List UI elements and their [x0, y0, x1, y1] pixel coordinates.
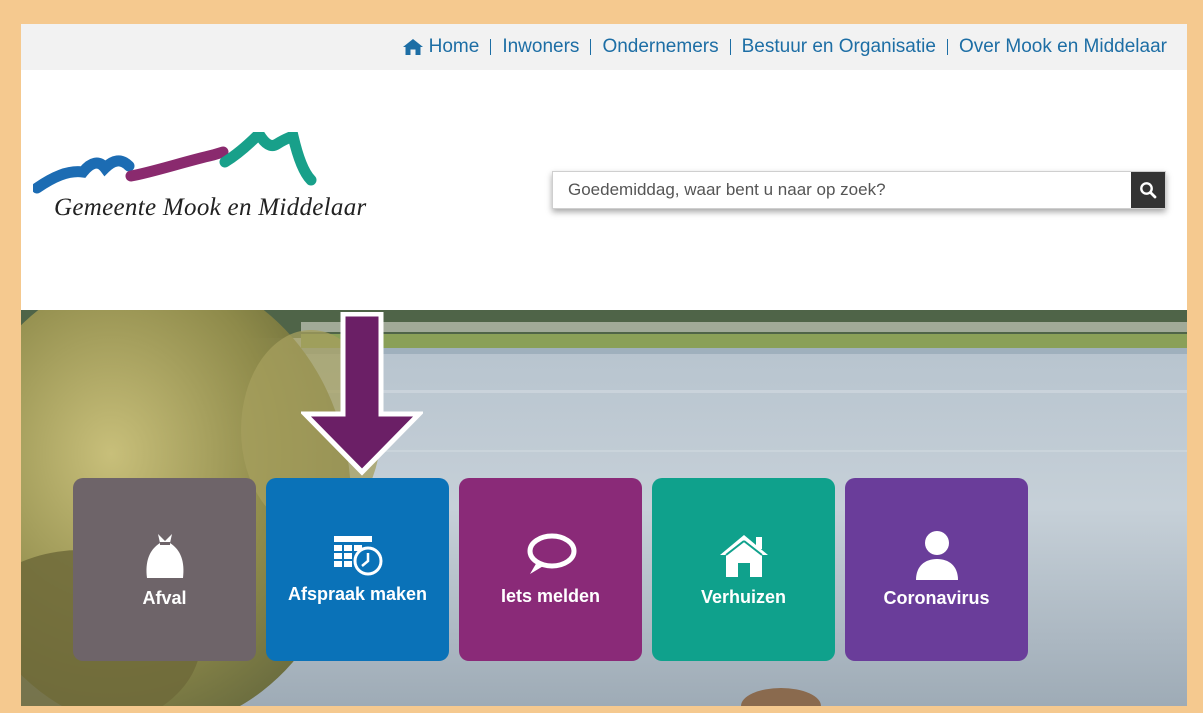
logo-text: Gemeente Mook en Middelaar	[54, 194, 367, 221]
nav-divider	[729, 39, 731, 55]
tile-iets-melden-label: Iets melden	[500, 586, 601, 606]
nav-divider	[490, 39, 492, 55]
tile-afspraak-maken-label: Afspraak maken	[287, 584, 428, 604]
person-icon	[915, 531, 958, 580]
nav-bestuur-en-organisatie[interactable]: Bestuur en Organisatie	[742, 36, 936, 58]
browser-page: Home Inwoners Ondernemers Bestuur en Org…	[21, 24, 1187, 706]
nav-ondernemers[interactable]: Ondernemers	[602, 36, 718, 58]
hero-banner: Afval Afspraak maken Iets melden Verhuiz…	[21, 310, 1187, 706]
garbage-bag-icon	[146, 534, 183, 578]
nav-divider	[590, 39, 592, 55]
search-bar	[552, 171, 1166, 209]
search-input[interactable]	[553, 172, 1131, 208]
tile-afval-label: Afval	[142, 588, 187, 608]
nav-divider	[946, 39, 948, 55]
search-button[interactable]	[1131, 172, 1165, 208]
home-icon	[402, 39, 423, 55]
speech-bubble-icon	[527, 533, 576, 574]
tile-afspraak-maken[interactable]: Afspraak maken	[266, 478, 449, 661]
tile-coronavirus[interactable]: Coronavirus	[845, 478, 1028, 661]
tile-coronavirus-label: Coronavirus	[883, 588, 990, 608]
top-navigation: Home Inwoners Ondernemers Bestuur en Org…	[21, 24, 1187, 70]
house-icon	[719, 535, 768, 577]
calendar-clock-icon	[333, 536, 382, 576]
nav-inwoners[interactable]: Inwoners	[502, 36, 579, 58]
nav-home[interactable]: Home	[402, 36, 480, 58]
tile-verhuizen[interactable]: Verhuizen	[652, 478, 835, 661]
tile-verhuizen-label: Verhuizen	[700, 587, 787, 607]
tile-afval[interactable]: Afval	[73, 478, 256, 661]
search-icon	[1140, 182, 1157, 199]
quick-links: Afval Afspraak maken Iets melden Verhuiz…	[73, 478, 1028, 661]
nav-home-label: Home	[428, 36, 480, 57]
pointer-arrow-annotation	[301, 312, 423, 476]
tile-iets-melden[interactable]: Iets melden	[459, 478, 642, 661]
nav-over-mook-en-middelaar[interactable]: Over Mook en Middelaar	[959, 36, 1167, 58]
